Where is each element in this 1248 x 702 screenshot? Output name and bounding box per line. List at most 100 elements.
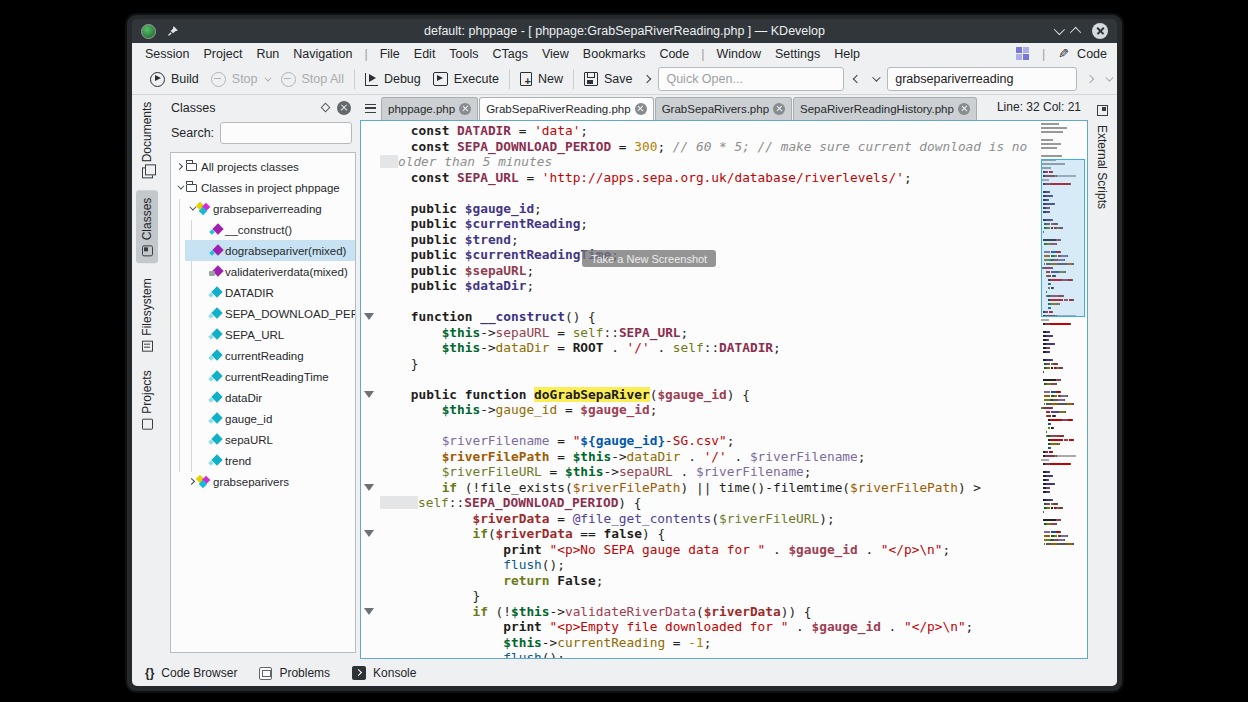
toolbar-overflow-chevron[interactable] (638, 76, 656, 82)
tree-item-sepa-url[interactable]: SEPA_URL (171, 324, 355, 345)
code-line[interactable]: public $gauge_id; (380, 201, 1039, 217)
code-line[interactable] (380, 185, 1039, 201)
code-line[interactable]: const SEPA_DOWNLOAD_PERIOD = 300; // 60 … (380, 139, 1039, 155)
tree-item-sepa-download-period[interactable]: SEPA_DOWNLOAD_PERIOD (171, 303, 355, 324)
menu-ctags[interactable]: CTags (486, 45, 535, 63)
doc-tab-separiverreadinghistory-php[interactable]: SepaRiverReadingHistory.php (793, 97, 977, 120)
tab-list-icon[interactable] (365, 104, 376, 113)
quick-open-input[interactable]: Quick Open... (658, 67, 844, 91)
code-line[interactable]: public $dataDir; (380, 278, 1039, 294)
code-line[interactable] (380, 418, 1039, 434)
menu-edit[interactable]: Edit (407, 45, 443, 63)
tree-item-trend[interactable]: trend (171, 450, 355, 471)
menu-session[interactable]: Session (138, 45, 196, 63)
code-area-button[interactable]: Code (1077, 47, 1107, 61)
minimap-viewport[interactable] (1041, 159, 1085, 317)
fold-marker-icon[interactable] (364, 608, 374, 615)
code-line[interactable]: $this->sepaURL = self::SEPA_URL; (380, 325, 1039, 341)
stop-all-button[interactable]: Stop All (275, 69, 350, 90)
menu-run[interactable]: Run (249, 45, 286, 63)
menu-help[interactable]: Help (827, 45, 867, 63)
menu-window[interactable]: Window (710, 45, 768, 63)
code-line[interactable]: self::SEPA_DOWNLOAD_PERIOD) { (380, 495, 1039, 511)
statusbar-code-browser[interactable]: {}Code Browser (145, 666, 237, 680)
fold-marker-icon[interactable] (364, 530, 374, 537)
tree-item-dograbsepariver-mixed-[interactable]: dograbsepariver(mixed) (171, 240, 355, 261)
code-line[interactable]: return False; (380, 573, 1039, 589)
menu-file[interactable]: File (373, 45, 407, 63)
sidebar-tab-classes[interactable]: Classes (132, 187, 161, 267)
tab-close-icon[interactable] (958, 103, 970, 115)
area-switcher-icon[interactable] (1016, 47, 1029, 60)
code-line[interactable]: if (!$this->validateRiverData($riverData… (380, 604, 1039, 620)
search-dropdown-button[interactable] (1099, 76, 1117, 82)
tab-close-icon[interactable] (635, 103, 647, 115)
tree-item-grabsepariverreading[interactable]: grabsepariverreading (171, 198, 355, 219)
maximize-button[interactable] (1070, 27, 1081, 38)
doc-tab-grabsepariverreading-php[interactable]: GrabSepaRiverReading.php (479, 97, 653, 120)
debug-button[interactable]: Debug (359, 69, 427, 89)
fold-marker-icon[interactable] (364, 391, 374, 398)
menu-bookmarks[interactable]: Bookmarks (576, 45, 653, 63)
code-line[interactable]: flush(); (380, 557, 1039, 573)
code-line[interactable]: public $currentReading; (380, 216, 1039, 232)
menu-project[interactable]: Project (196, 45, 249, 63)
new-button[interactable]: New (514, 69, 569, 89)
fold-marker-icon[interactable] (364, 484, 374, 491)
code-line[interactable]: print "<p>No SEPA gauge data for " . $ga… (380, 542, 1039, 558)
tree-item-gauge-id[interactable]: gauge_id (171, 408, 355, 429)
doc-tab-phppage-php[interactable]: phppage.php (381, 97, 478, 120)
tree-item-sepaurl[interactable]: sepaURL (171, 429, 355, 450)
stop-button[interactable]: Stop (205, 69, 275, 90)
code-line[interactable] (380, 294, 1039, 310)
code-line[interactable]: older than 5 minutes (380, 154, 1039, 170)
tree-item-validateriverdata-mixed-[interactable]: validateriverdata(mixed) (171, 261, 355, 282)
tab-close-icon[interactable] (773, 103, 785, 115)
code-pane[interactable]: const DATADIR = 'data'; const SEPA_DOWNL… (380, 123, 1039, 658)
menu-view[interactable]: View (535, 45, 576, 63)
search-prev-button[interactable] (848, 76, 866, 82)
menu-navigation[interactable]: Navigation (286, 45, 359, 63)
tree-item-currentreading[interactable]: currentReading (171, 345, 355, 366)
tree-item-currentreadingtime[interactable]: currentReadingTime (171, 366, 355, 387)
code-line[interactable]: public function doGrabSepaRiver($gauge_i… (380, 387, 1039, 403)
code-line[interactable]: $riverFilePath = $this->dataDir . '/' . … (380, 449, 1039, 465)
doc-tab-grabseparivers-php[interactable]: GrabSepaRivers.php (655, 97, 792, 120)
sidebar-tab-filesystem[interactable]: Filesystem (132, 271, 161, 359)
tree-item-classes-in-project-phppage[interactable]: Classes in project phppage (171, 177, 355, 198)
code-line[interactable]: if (!file_exists($riverFilePath) || time… (380, 480, 1039, 496)
code-line[interactable]: print "<p>Empty file downloaded for " . … (380, 619, 1039, 635)
tree-item-grabseparivers[interactable]: grabseparivers (171, 471, 355, 492)
code-line[interactable]: $riverFilename = "${gauge_id}-SG.csv"; (380, 433, 1039, 449)
code-line[interactable]: const SEPA_URL = 'http://apps.sepa.org.u… (380, 170, 1039, 186)
search-next-button[interactable] (1081, 76, 1099, 82)
save-button[interactable]: Save (578, 69, 639, 89)
fold-marker-icon[interactable] (364, 313, 374, 320)
execute-button[interactable]: Execute (427, 69, 505, 89)
code-line[interactable]: function __construct() { (380, 309, 1039, 325)
code-line[interactable]: $this->gauge_id = $gauge_id; (380, 402, 1039, 418)
tree-item-datadir[interactable]: DATADIR (171, 282, 355, 303)
classes-search-input[interactable] (220, 122, 352, 144)
minimize-button[interactable] (1054, 24, 1065, 35)
titlebar[interactable]: default: phppage - [ phppage:GrabSepaRiv… (132, 19, 1117, 43)
tree-item-datadir[interactable]: dataDir (171, 387, 355, 408)
code-line[interactable]: if($riverData == false) { (380, 526, 1039, 542)
code-line[interactable]: const DATADIR = 'data'; (380, 123, 1039, 139)
code-line[interactable]: } (380, 356, 1039, 372)
code-line[interactable]: public $trend; (380, 232, 1039, 248)
menu-tools[interactable]: Tools (442, 45, 485, 63)
code-line[interactable]: $this->currentReading = -1; (380, 635, 1039, 651)
fold-gutter[interactable] (361, 121, 378, 658)
toolbar-search-input[interactable]: grabsepariverreading (887, 67, 1077, 91)
code-line[interactable]: $riverFileURL = $this->sepaURL . $riverF… (380, 464, 1039, 480)
code-line[interactable]: } (380, 588, 1039, 604)
menu-settings[interactable]: Settings (768, 45, 827, 63)
tab-close-icon[interactable] (459, 103, 471, 115)
classes-tree[interactable]: All projects classesClasses in project p… (170, 152, 356, 653)
close-button[interactable] (1092, 23, 1108, 39)
minimap[interactable] (1041, 123, 1085, 656)
build-button[interactable]: Build (144, 69, 205, 90)
sidebar-tab-projects[interactable]: Projects (132, 363, 161, 437)
code-editor[interactable]: const DATADIR = 'data'; const SEPA_DOWNL… (360, 120, 1088, 659)
